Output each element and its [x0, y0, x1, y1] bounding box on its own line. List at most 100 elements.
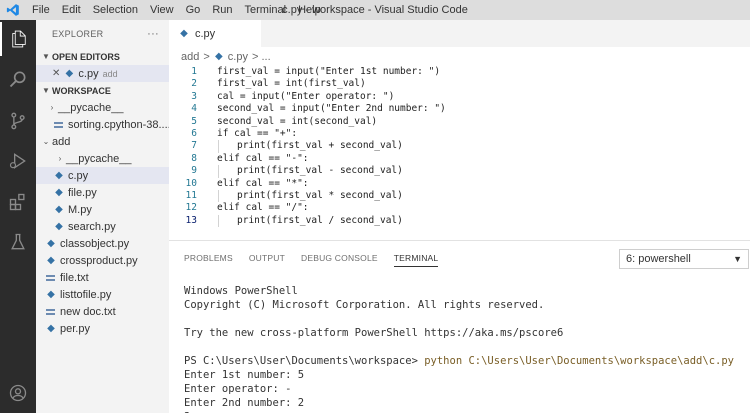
- menu-selection[interactable]: Selection: [87, 0, 144, 20]
- tree-item[interactable]: › __pycache__: [36, 150, 169, 167]
- open-editors-section[interactable]: ▼ OPEN EDITORS: [36, 48, 169, 65]
- tree-item[interactable]: ◆ file.py: [36, 184, 169, 201]
- code-line: 5 second_val = int(second_val): [169, 116, 750, 128]
- python-file-icon: ◆: [47, 237, 55, 249]
- chevron-right-icon: ›: [50, 103, 54, 112]
- code-line: 2 first_val = int(first_val): [169, 78, 750, 90]
- chevron-right-icon: ›: [58, 154, 62, 163]
- code-editor[interactable]: 1 first_val = input("Enter 1st number: ")…: [169, 66, 750, 240]
- code-line: 9 print(first_val - second_val): [169, 165, 750, 178]
- python-file-icon: ◆: [65, 67, 74, 79]
- tab-output[interactable]: OUTPUT: [249, 253, 285, 267]
- chevron-down-icon: ▼: [42, 52, 50, 61]
- open-editor-name: c.py: [78, 67, 99, 80]
- tree-item-label: search.py: [68, 220, 116, 233]
- tree-item[interactable]: ◆ search.py: [36, 218, 169, 235]
- breadcrumb-folder[interactable]: add: [181, 51, 199, 63]
- breadcrumb-symbols[interactable]: > ...: [252, 51, 271, 63]
- breadcrumb: add > ◆ c.py > ...: [169, 47, 750, 66]
- tree-item-label: listtofile.py: [60, 288, 112, 301]
- tree-item[interactable]: ◆ M.py: [36, 201, 169, 218]
- tree-item-label: per.py: [60, 322, 90, 335]
- menu-file[interactable]: File: [26, 0, 56, 20]
- tree-item[interactable]: file.txt: [36, 269, 169, 286]
- code-text: elif cal == "/":: [217, 202, 309, 214]
- tree-item[interactable]: ◆ classobject.py: [36, 235, 169, 252]
- tree-item-label: crossproduct.py: [60, 254, 138, 267]
- workspace-section[interactable]: ▼ WORKSPACE: [36, 82, 169, 99]
- menu-edit[interactable]: Edit: [56, 0, 87, 20]
- menu-help[interactable]: Help: [292, 0, 327, 20]
- files-icon[interactable]: [0, 22, 36, 56]
- tree-item[interactable]: ◆ listtofile.py: [36, 286, 169, 303]
- tree-item[interactable]: › __pycache__: [36, 99, 169, 116]
- code-line: 1 first_val = input("Enter 1st number: "): [169, 66, 750, 78]
- code-text: cal = input("Enter operator: "): [217, 90, 395, 102]
- line-number: 12: [185, 202, 197, 214]
- line-number: 3: [191, 90, 197, 102]
- breadcrumb-file[interactable]: c.py: [228, 51, 248, 63]
- search-icon[interactable]: [0, 62, 36, 96]
- code-text: first_val = int(first_val): [217, 78, 366, 90]
- tab-problems[interactable]: PROBLEMS: [184, 253, 233, 267]
- more-actions-icon[interactable]: ···: [147, 28, 159, 40]
- open-editor-item[interactable]: ✕ ◆ c.py add: [36, 65, 169, 82]
- tree-item-label: M.py: [68, 203, 92, 216]
- line-number: 1: [191, 66, 197, 77]
- tree-item-label: new doc.txt: [60, 305, 116, 318]
- explorer-sidebar: EXPLORER ··· ▼ OPEN EDITORS ✕ ◆ c.py add…: [36, 20, 169, 413]
- testing-icon[interactable]: [0, 225, 36, 259]
- tree-item-selected[interactable]: ◆ c.py: [36, 167, 169, 184]
- chevron-down-icon: ▼: [42, 86, 50, 95]
- line-number: 4: [191, 103, 197, 115]
- text-file-icon: [46, 274, 55, 281]
- tab-debug-console[interactable]: DEBUG CONSOLE: [301, 253, 378, 267]
- code-line: 8 elif cal == "-":: [169, 153, 750, 165]
- tree-item[interactable]: new doc.txt: [36, 303, 169, 320]
- run-debug-icon[interactable]: [0, 144, 36, 178]
- menu-go[interactable]: Go: [180, 0, 207, 20]
- tree-item[interactable]: sorting.cpython-38....: [36, 116, 169, 133]
- menu-run[interactable]: Run: [206, 0, 238, 20]
- indent-guide: [218, 140, 219, 153]
- tree-item-label: classobject.py: [60, 237, 130, 250]
- close-icon[interactable]: ✕: [52, 68, 60, 79]
- explorer-title: EXPLORER: [52, 29, 104, 39]
- python-file-icon: ◆: [55, 203, 63, 215]
- tree-item-label: file.py: [68, 186, 97, 199]
- tree-item[interactable]: ⌄ add: [36, 133, 169, 150]
- menu-view[interactable]: View: [144, 0, 180, 20]
- explorer-header: EXPLORER ···: [36, 20, 169, 48]
- bottom-panel: PROBLEMS OUTPUT DEBUG CONSOLE TERMINAL 6…: [169, 240, 750, 413]
- open-editor-dir: add: [102, 68, 118, 79]
- python-file-icon: ◆: [47, 288, 55, 300]
- line-number: 8: [191, 152, 197, 164]
- terminal-select[interactable]: 6: powershell ▼: [619, 249, 749, 269]
- code-text: second_val = int(second_val): [217, 115, 378, 127]
- account-icon[interactable]: [0, 376, 36, 410]
- python-file-icon: ◆: [214, 50, 223, 62]
- tree-item-label: c.py: [68, 169, 89, 182]
- extensions-icon[interactable]: [0, 185, 36, 219]
- code-line: 10 elif cal == "*":: [169, 178, 750, 190]
- tab-terminal[interactable]: TERMINAL: [393, 253, 439, 267]
- terminal-output[interactable]: Windows PowerShell Copyright (C) Microso…: [184, 284, 734, 413]
- tree-item-label: __pycache__: [58, 101, 124, 114]
- tab-c-py[interactable]: ◆ c.py: [169, 20, 261, 47]
- code-text: second_val = input("Enter 2nd number: "): [217, 103, 446, 115]
- source-control-icon[interactable]: [0, 104, 36, 138]
- workspace-label: WORKSPACE: [52, 85, 111, 96]
- python-file-icon: ◆: [47, 254, 55, 266]
- tree-item[interactable]: ◆ per.py: [36, 320, 169, 337]
- file-icon: [54, 121, 63, 128]
- breadcrumb-separator: >: [203, 50, 210, 63]
- title-bar: File Edit Selection View Go Run Terminal…: [0, 0, 750, 20]
- code-text: print(first_val * second_val): [237, 190, 403, 201]
- menu-terminal[interactable]: Terminal: [239, 0, 293, 20]
- code-line: 11 print(first_val * second_val): [169, 190, 750, 203]
- terminal-command: python C:\Users\User\Documents\workspace…: [424, 355, 734, 367]
- tree-item[interactable]: ◆ crossproduct.py: [36, 252, 169, 269]
- terminal-select-value: 6: powershell: [626, 253, 691, 265]
- line-number: 10: [185, 177, 197, 189]
